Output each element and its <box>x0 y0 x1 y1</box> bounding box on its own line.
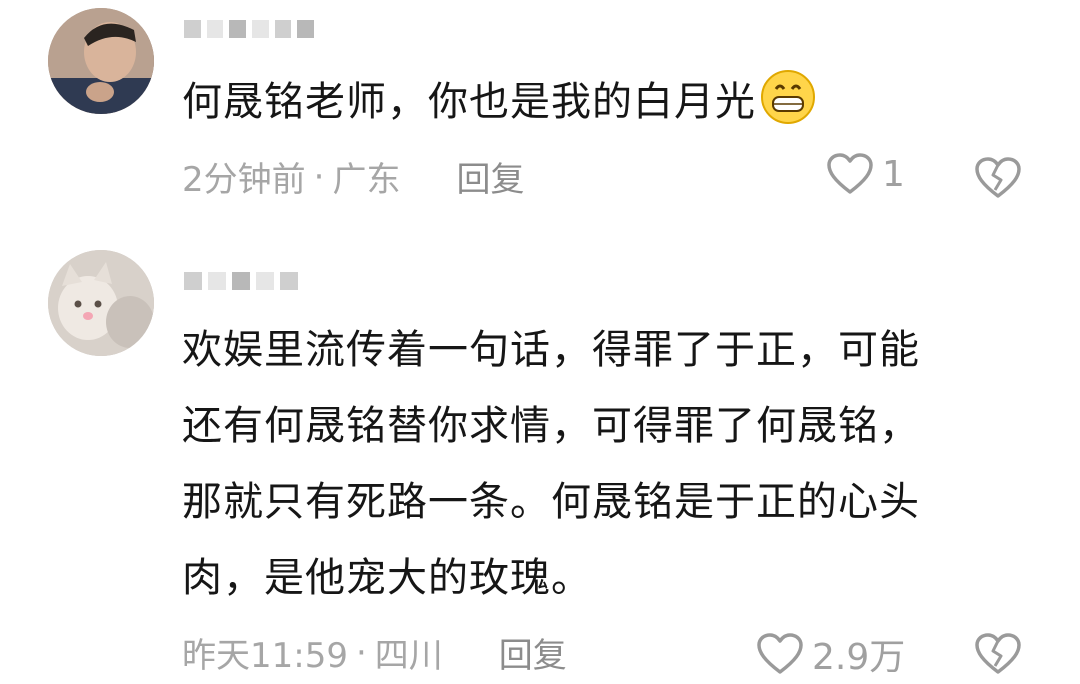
comment-meta: 昨天11:59 · 四川 回复 <box>182 628 567 677</box>
reply-button[interactable]: 回复 <box>456 152 524 201</box>
avatar-image <box>48 250 154 356</box>
heart-outline-icon <box>757 633 803 674</box>
broken-heart-icon[interactable] <box>974 156 1022 200</box>
avatar-image <box>48 8 154 114</box>
heart-outline-icon <box>827 153 873 194</box>
like-count: 1 <box>882 153 905 195</box>
meta-separator: · <box>313 156 325 197</box>
comment-time: 昨天11:59 <box>182 636 348 676</box>
comment-time: 2分钟前 <box>182 160 306 200</box>
broken-heart-icon[interactable] <box>974 632 1022 676</box>
username-redacted[interactable] <box>184 12 315 46</box>
comment-item: 何晟铭老师，你也是我的白月光 2分钟前 · 广东 回复 1 <box>0 0 1080 220</box>
reply-button[interactable]: 回复 <box>499 628 567 677</box>
like-button[interactable]: 2.9万 <box>756 628 905 680</box>
comment-meta: 2分钟前 · 广东 回复 <box>182 152 524 201</box>
meta-separator: · <box>355 632 367 673</box>
comment-location: 广东 <box>332 160 401 200</box>
like-button[interactable]: 1 <box>826 152 905 196</box>
comment-text: 何晟铭老师，你也是我的白月光 <box>182 64 1042 140</box>
grinning-face-emoji-icon <box>761 70 815 124</box>
avatar[interactable] <box>48 250 154 356</box>
comment-location: 四川 <box>374 636 443 676</box>
comment-text: 欢娱里流传着一句话，得罪了于正，可能 还有何晟铭替你求情，可得罪了何晟铭， 那就… <box>182 327 920 601</box>
comment-item: 欢娱里流传着一句话，得罪了于正，可能 还有何晟铭替你求情，可得罪了何晟铭， 那就… <box>0 236 1080 684</box>
like-count: 2.9万 <box>812 637 906 678</box>
avatar[interactable] <box>48 8 154 114</box>
username-redacted[interactable] <box>184 264 314 298</box>
